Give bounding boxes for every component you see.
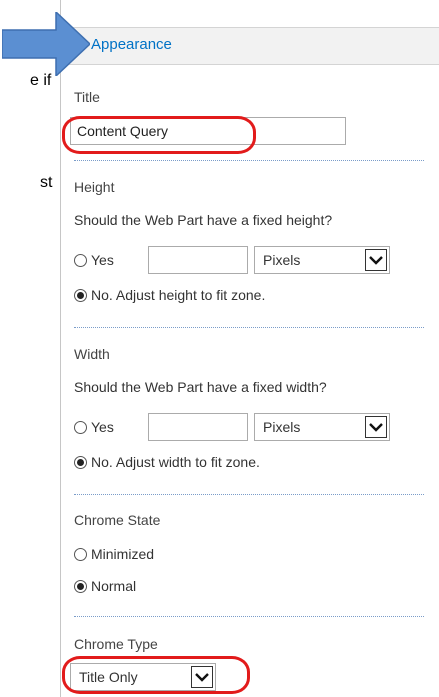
divider [74, 616, 424, 617]
width-yes-label: Yes [91, 419, 114, 435]
height-yes-label: Yes [91, 252, 114, 268]
width-no-label: No. Adjust width to fit zone. [91, 454, 260, 470]
height-yes-option[interactable]: Yes [74, 250, 114, 270]
web-part-properties-panel: Appearance Title Content Query Height Sh… [60, 0, 439, 697]
width-yes-option[interactable]: Yes [74, 417, 114, 437]
chrome-state-label: Chrome State [74, 512, 161, 528]
appearance-title[interactable]: Appearance [91, 36, 172, 53]
width-question: Should the Web Part have a fixed width? [74, 379, 327, 395]
normal-label: Normal [91, 578, 137, 594]
minimized-radio[interactable] [74, 548, 87, 561]
chrome-state-normal-option[interactable]: Normal [74, 576, 136, 596]
chrome-state-minimized-option[interactable]: Minimized [74, 544, 154, 564]
divider [74, 494, 424, 495]
chevron-down-icon[interactable] [365, 249, 387, 271]
height-no-radio[interactable] [74, 289, 87, 302]
width-unit-select[interactable]: Pixels [254, 413, 390, 441]
title-highlight-ellipse [62, 116, 256, 154]
chevron-down-icon[interactable] [365, 416, 387, 438]
chrome-type-highlight-ellipse [62, 656, 250, 694]
height-unit-value: Pixels [263, 252, 301, 268]
height-value-input[interactable] [148, 246, 248, 274]
page: e if st Appearance Title Content Query H… [0, 0, 439, 697]
height-label: Height [74, 179, 115, 195]
normal-radio[interactable] [74, 580, 87, 593]
arrow-pointer-icon [2, 12, 90, 76]
divider [74, 327, 424, 328]
minimized-label: Minimized [91, 546, 155, 562]
appearance-section-header[interactable]: Appearance [61, 27, 439, 65]
title-label: Title [74, 89, 100, 105]
width-no-option[interactable]: No. Adjust width to fit zone. [74, 452, 260, 472]
height-unit-select[interactable]: Pixels [254, 246, 390, 274]
height-no-option[interactable]: No. Adjust height to fit zone. [74, 285, 265, 305]
divider [74, 160, 424, 161]
width-no-radio[interactable] [74, 456, 87, 469]
chrome-type-label: Chrome Type [74, 636, 158, 652]
height-question: Should the Web Part have a fixed height? [74, 212, 333, 228]
width-label: Width [74, 346, 110, 362]
width-value-input[interactable] [148, 413, 248, 441]
width-unit-value: Pixels [263, 419, 301, 435]
height-yes-radio[interactable] [74, 254, 87, 267]
width-yes-radio[interactable] [74, 421, 87, 434]
height-no-label: No. Adjust height to fit zone. [91, 287, 266, 303]
